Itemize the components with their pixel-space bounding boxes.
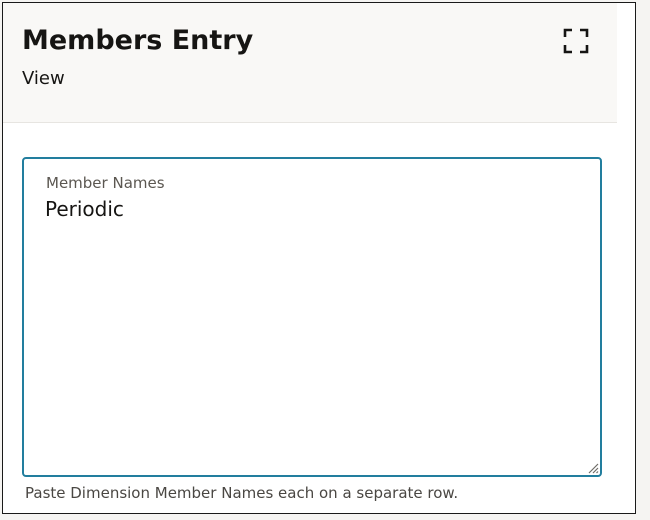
dialog-subtitle: View — [22, 68, 65, 89]
dialog-title: Members Entry — [22, 25, 254, 56]
member-names-field[interactable]: Member Names Periodic — [22, 157, 602, 477]
expand-button[interactable] — [558, 23, 594, 59]
member-names-help-text: Paste Dimension Member Names each on a s… — [25, 484, 459, 502]
member-names-label: Member Names — [46, 174, 165, 192]
member-names-textarea[interactable]: Periodic — [45, 195, 575, 455]
resize-handle-icon[interactable] — [587, 462, 599, 474]
expand-icon — [563, 28, 589, 54]
members-entry-dialog: Members Entry View Member Names Periodic… — [2, 2, 636, 514]
dialog-header: Members Entry View — [3, 3, 617, 123]
